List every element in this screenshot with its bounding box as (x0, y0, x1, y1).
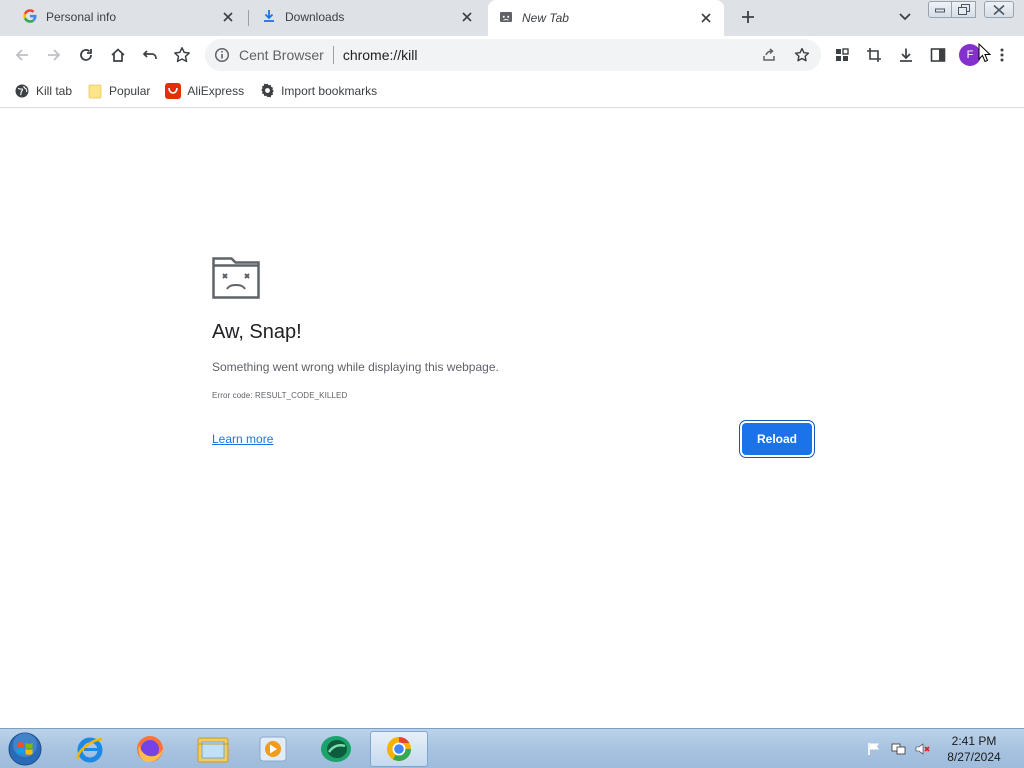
extensions-button[interactable] (828, 41, 856, 69)
bookmark-star-button[interactable] (168, 41, 196, 69)
taskbar: 2:41 PM 8/27/2024 (0, 728, 1024, 768)
taskbar-internet-explorer[interactable] (61, 731, 119, 767)
tab-separator (248, 10, 249, 26)
taskbar-media-player[interactable] (244, 731, 302, 767)
menu-button[interactable] (988, 41, 1016, 69)
reload-toolbar-button[interactable] (72, 41, 100, 69)
taskbar-file-explorer[interactable] (184, 731, 242, 767)
omnibox-origin-label: Cent Browser (239, 47, 324, 63)
taskbar-clock[interactable]: 2:41 PM 8/27/2024 (942, 733, 1006, 765)
refresh-icon (80, 49, 92, 61)
error-code: Error code: RESULT_CODE_KILLED (212, 391, 348, 400)
minimize-button[interactable] (928, 1, 952, 18)
sad-tab-illustration-icon (212, 257, 260, 299)
omnibox-divider (332, 46, 334, 64)
learn-more-link[interactable]: Learn more (212, 432, 273, 446)
close-window-button[interactable] (984, 1, 1014, 18)
info-icon[interactable] (213, 46, 231, 64)
cent-browser-icon (387, 737, 411, 762)
side-panel-button[interactable] (924, 41, 952, 69)
forward-button[interactable] (40, 41, 68, 69)
bookmark-label: Popular (109, 83, 151, 98)
download-icon (261, 8, 277, 27)
page-content: Aw, Snap! Something went wrong while dis… (0, 109, 1024, 728)
star-icon (174, 47, 190, 63)
internet-explorer-icon (76, 737, 103, 763)
tab-personal-info[interactable]: Personal info (12, 0, 246, 34)
share-icon[interactable] (759, 45, 779, 65)
tab-new-tab[interactable]: New Tab (488, 0, 724, 36)
chevron-down-icon[interactable] (895, 8, 915, 26)
profile-initial: F (966, 49, 974, 61)
tab-downloads[interactable]: Downloads (251, 0, 485, 34)
reload-button[interactable]: Reload (742, 423, 812, 455)
start-button[interactable] (4, 730, 46, 768)
restore-button[interactable] (952, 1, 976, 18)
aliexpress-icon (165, 82, 182, 99)
bookmarks-bar: Kill tab Popular AliExpress Import bookm… (0, 74, 1024, 108)
globe-icon (14, 83, 30, 99)
bookmark-folder-popular[interactable]: Popular (87, 83, 150, 99)
home-icon (111, 48, 125, 62)
star-icon[interactable] (792, 45, 812, 65)
arrow-right-icon (48, 49, 61, 61)
bookmark-label: AliExpress (187, 83, 245, 98)
toolbar: Cent Browser chrome://kill F (0, 36, 1024, 74)
bookmark-label: Kill tab (36, 83, 73, 98)
error-title: Aw, Snap! (212, 321, 302, 343)
kebab-menu-icon (1000, 48, 1004, 62)
undo-icon (142, 50, 157, 59)
bookmark-label: Import bookmarks (281, 83, 378, 98)
back-button[interactable] (8, 41, 36, 69)
mouse-cursor-icon (978, 42, 992, 63)
tab-title: Downloads (285, 10, 345, 24)
crop-icon (867, 48, 881, 62)
download-icon (900, 48, 912, 62)
downloads-button[interactable] (892, 41, 920, 69)
bookmark-import-bookmarks[interactable]: Import bookmarks (259, 83, 377, 99)
close-icon[interactable] (220, 9, 236, 25)
tab-title: Personal info (46, 10, 117, 24)
tab-strip: Personal info Downloads New Tab (0, 0, 1024, 36)
tab-title: New Tab (522, 11, 569, 25)
close-icon[interactable] (459, 9, 475, 25)
flag-icon[interactable] (866, 741, 882, 757)
speaker-muted-icon[interactable] (915, 741, 931, 757)
google-g-icon (22, 8, 38, 27)
folder-icon (87, 83, 103, 99)
bookmark-kill-tab[interactable]: Kill tab (14, 83, 72, 99)
gear-icon (259, 83, 275, 99)
network-icon[interactable] (891, 741, 907, 757)
error-message: Something went wrong while displaying th… (212, 360, 499, 374)
side-panel-icon (930, 48, 946, 62)
green-app-icon (321, 736, 351, 762)
windows-logo-icon (8, 732, 42, 766)
sad-tab-icon (498, 9, 514, 28)
file-explorer-icon (197, 737, 229, 763)
taskbar-cent-browser[interactable] (370, 731, 428, 767)
taskbar-firefox[interactable] (121, 731, 179, 767)
home-button[interactable] (104, 41, 132, 69)
clock-time: 2:41 PM (951, 734, 997, 748)
firefox-icon (137, 736, 163, 762)
omnibox[interactable]: Cent Browser chrome://kill (205, 39, 821, 71)
crop-button[interactable] (860, 41, 888, 69)
media-player-icon (259, 736, 287, 762)
undo-close-tab-button[interactable] (136, 41, 164, 69)
arrow-left-icon (15, 49, 28, 61)
omnibox-url[interactable]: chrome://kill (343, 47, 418, 63)
apps-grid-icon (836, 48, 849, 61)
clock-date: 8/27/2024 (947, 750, 1001, 764)
bookmark-aliexpress[interactable]: AliExpress (165, 82, 245, 99)
close-icon[interactable] (698, 10, 714, 26)
taskbar-green-app[interactable] (307, 731, 365, 767)
new-tab-button[interactable] (735, 5, 761, 29)
